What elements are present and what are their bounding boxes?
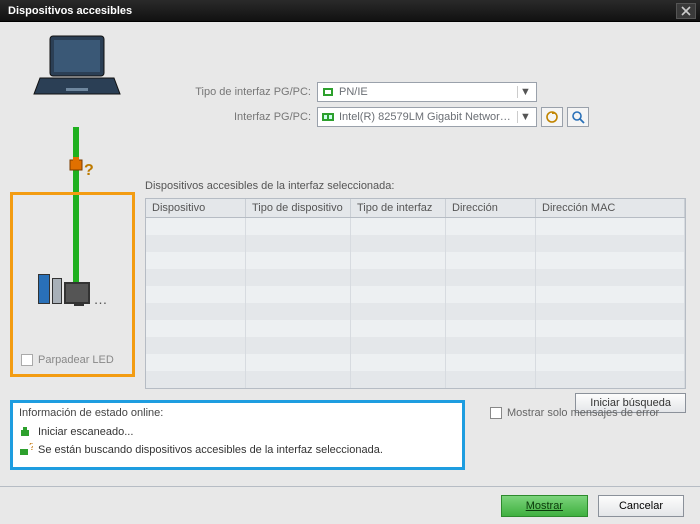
status-text: Iniciar escaneado... <box>38 426 133 438</box>
pgpc-iface-select[interactable]: Intel(R) 82579LM Gigabit Network Connect… <box>317 107 537 127</box>
close-icon <box>681 6 691 16</box>
table-row <box>146 286 685 303</box>
laptop-icon <box>32 32 122 102</box>
device-preview-frame: … Parpadear LED <box>10 192 135 377</box>
magnifier-icon <box>571 110 585 124</box>
table-row <box>146 252 685 269</box>
network-small-icon <box>321 85 335 99</box>
col-devtype[interactable]: Tipo de dispositivo <box>246 199 351 217</box>
table-row <box>146 235 685 252</box>
col-iftype[interactable]: Tipo de interfaz <box>351 199 446 217</box>
status-line: Iniciar escaneado... <box>19 423 456 441</box>
window-title: Dispositivos accesibles <box>8 5 132 17</box>
chevron-down-icon[interactable]: ▼ <box>517 86 533 98</box>
status-header: Información de estado online: <box>19 407 456 419</box>
blink-led-checkbox[interactable] <box>21 354 33 366</box>
col-mac[interactable]: Dirección MAC <box>536 199 685 217</box>
chevron-down-icon[interactable]: ▼ <box>517 111 533 123</box>
errors-only-label: Mostrar solo mensajes de error <box>507 407 659 419</box>
table-row <box>146 320 685 337</box>
question-icon: ? <box>84 162 94 180</box>
table-row <box>146 303 685 320</box>
status-text: Se están buscando dispositivos accesible… <box>38 444 383 456</box>
devices-table[interactable]: Dispositivo Tipo de dispositivo Tipo de … <box>145 198 686 389</box>
close-button[interactable] <box>676 3 696 19</box>
show-button[interactable]: Mostrar <box>501 495 588 517</box>
find-iface-button[interactable] <box>567 107 589 127</box>
refresh-icon <box>545 110 559 124</box>
col-device[interactable]: Dispositivo <box>146 199 246 217</box>
pgpc-iface-value: Intel(R) 82579LM Gigabit Network Connect… <box>339 111 514 123</box>
table-body <box>146 218 685 388</box>
status-panel: Información de estado online: Iniciar es… <box>10 400 465 470</box>
pgpc-type-select[interactable]: PN/IE ▼ <box>317 82 537 102</box>
table-row <box>146 269 685 286</box>
devices-icon: … <box>38 274 108 304</box>
scan-start-icon <box>19 425 33 439</box>
pgpc-iface-label: Interfaz PG/PC: <box>142 111 317 123</box>
refresh-iface-button[interactable] <box>541 107 563 127</box>
status-line: ? Se están buscando dispositivos accesib… <box>19 441 456 459</box>
table-row <box>146 337 685 354</box>
scan-progress-icon: ? <box>19 443 33 457</box>
errors-only-checkbox[interactable] <box>490 407 502 419</box>
table-row <box>146 218 685 235</box>
cancel-button[interactable]: Cancelar <box>598 495 684 517</box>
table-row <box>146 371 685 388</box>
pgpc-type-value: PN/IE <box>339 86 514 98</box>
blink-led-label: Parpadear LED <box>38 354 114 366</box>
pgpc-type-label: Tipo de interfaz PG/PC: <box>142 86 317 98</box>
table-caption: Dispositivos accesibles de la interfaz s… <box>145 180 686 192</box>
nic-icon <box>321 110 335 124</box>
col-address[interactable]: Dirección <box>446 199 536 217</box>
svg-text:?: ? <box>29 443 33 453</box>
table-row <box>146 354 685 371</box>
